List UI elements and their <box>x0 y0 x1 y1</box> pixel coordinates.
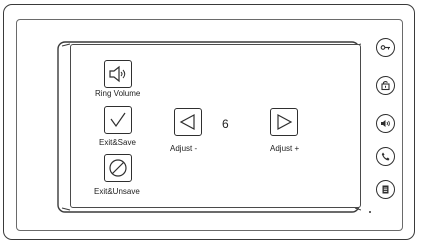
triangle-right-icon <box>277 113 293 131</box>
speaker-icon <box>109 65 126 83</box>
exit-unsave-label: Exit&Unsave <box>94 187 140 196</box>
key-button[interactable] <box>376 38 395 57</box>
ring-volume-label: Ring Volume <box>95 89 141 98</box>
adjust-plus-button[interactable] <box>270 108 298 136</box>
indicator-dot <box>369 211 371 213</box>
cancel-icon <box>109 159 127 177</box>
phone-button[interactable] <box>376 147 395 166</box>
adjust-plus-label: Adjust + <box>270 144 300 153</box>
exit-unsave-button[interactable] <box>104 154 132 182</box>
adjust-minus-label: Adjust - <box>170 144 198 153</box>
unlock-button[interactable] <box>376 76 395 95</box>
menu-button[interactable] <box>376 180 395 199</box>
menu-icon <box>382 185 389 194</box>
speaker-icon <box>381 120 390 127</box>
speaker-button[interactable] <box>376 114 395 133</box>
checkmark-icon <box>110 112 126 128</box>
adjust-minus-button[interactable] <box>174 108 202 136</box>
exit-save-button[interactable] <box>104 106 132 134</box>
ring-volume-button[interactable] <box>104 60 132 88</box>
key-icon <box>380 45 390 50</box>
unlock-icon <box>381 80 390 91</box>
exit-save-label: Exit&Save <box>99 138 136 147</box>
triangle-left-icon <box>179 113 195 131</box>
volume-value: 6 <box>222 117 229 131</box>
phone-icon <box>381 152 390 161</box>
